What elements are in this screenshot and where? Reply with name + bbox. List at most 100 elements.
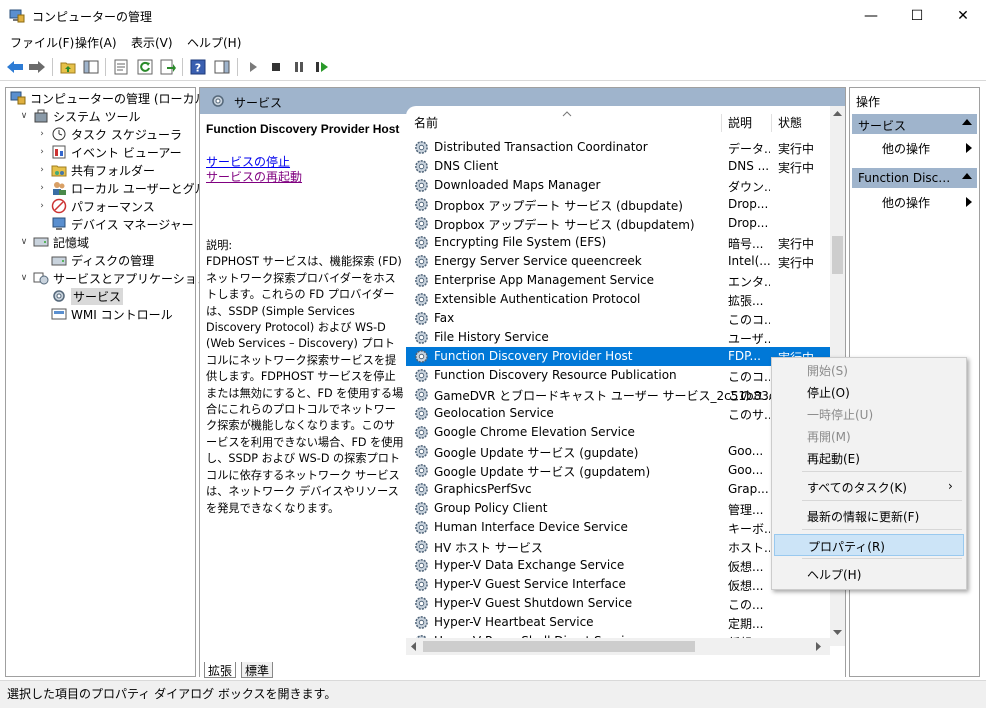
tree-item[interactable]: WMI コントロール bbox=[36, 305, 173, 323]
service-row[interactable]: Downloaded Maps Manager ダウン... bbox=[406, 176, 830, 195]
service-gear-icon bbox=[415, 217, 428, 230]
actions-section-selected-service[interactable]: Function Discovery Provider Host bbox=[852, 168, 977, 188]
service-row[interactable]: Enterprise App Management Service エンタ... bbox=[406, 271, 830, 290]
service-row[interactable]: Google Chrome Elevation Service bbox=[406, 423, 830, 442]
properties-icon[interactable] bbox=[111, 57, 131, 77]
tree-item[interactable]: ∨ 記憶域 bbox=[18, 233, 89, 251]
menu-help[interactable]: ヘルプ(H) bbox=[187, 34, 241, 51]
service-row[interactable]: Group Policy Client 管理... bbox=[406, 499, 830, 518]
collapse-up-icon[interactable] bbox=[962, 173, 972, 179]
column-header-status[interactable]: 状態 bbox=[778, 114, 802, 131]
collapsed-chevron-icon[interactable]: › bbox=[36, 165, 48, 175]
close-button[interactable]: ✕ bbox=[940, 0, 986, 31]
service-row[interactable]: Hyper-V Guest Shutdown Service この... bbox=[406, 594, 830, 613]
tree-item[interactable]: › イベント ビューアー bbox=[36, 143, 182, 161]
context-menu-item[interactable]: 開始(S) bbox=[774, 359, 964, 381]
service-row[interactable]: Hyper-V Heartbeat Service 定期... bbox=[406, 613, 830, 632]
selected-service-title: Function Discovery Provider Host bbox=[206, 122, 400, 136]
context-menu-item[interactable]: 停止(O) bbox=[774, 381, 964, 403]
service-row[interactable]: Function Discovery Provider HostFDP...実行… bbox=[406, 347, 830, 366]
forward-icon[interactable] bbox=[27, 57, 47, 77]
context-menu-item[interactable]: 再開(M) bbox=[774, 425, 964, 447]
service-row[interactable]: Distributed Transaction Coordinator データ..… bbox=[406, 138, 830, 157]
service-row[interactable]: Energy Server Service queencreek Intel(..… bbox=[406, 252, 830, 271]
service-row[interactable]: GameDVR とブロードキャスト ユーザー サービス_2c51b83c このユ.… bbox=[406, 385, 830, 404]
tree-item[interactable]: ディスクの管理 bbox=[36, 251, 154, 269]
service-row[interactable]: Fax このコ... bbox=[406, 309, 830, 328]
service-row[interactable]: Geolocation Service このサ... bbox=[406, 404, 830, 423]
collapse-up-icon[interactable] bbox=[962, 119, 972, 125]
tab-extended[interactable]: 拡張 bbox=[204, 662, 237, 678]
expanded-chevron-icon[interactable]: ∨ bbox=[18, 111, 30, 121]
minimize-button[interactable]: — bbox=[848, 0, 894, 31]
stop-service-icon[interactable] bbox=[266, 57, 286, 77]
service-row[interactable]: Extensible Authentication Protocol 拡張... bbox=[406, 290, 830, 309]
tree-item[interactable]: › 共有フォルダー bbox=[36, 161, 155, 179]
collapsed-chevron-icon[interactable]: › bbox=[36, 147, 48, 157]
context-menu-item[interactable]: 一時停止(U) bbox=[774, 403, 964, 425]
more-actions-selected-service[interactable]: 他の操作 bbox=[882, 194, 930, 211]
service-row[interactable]: HV ホスト サービス ホスト... bbox=[406, 537, 830, 556]
collapsed-chevron-icon[interactable]: › bbox=[36, 129, 48, 139]
collapsed-chevron-icon[interactable]: › bbox=[36, 183, 48, 193]
service-row[interactable]: Dropbox アップデート サービス (dbupdate) Drop... bbox=[406, 195, 830, 214]
context-menu-item[interactable]: プロパティ(R) bbox=[774, 534, 964, 556]
help-icon[interactable]: ? bbox=[188, 57, 208, 77]
service-row[interactable]: Encrypting File System (EFS) 暗号... 実行中 bbox=[406, 233, 830, 252]
scroll-left-icon[interactable] bbox=[410, 642, 416, 651]
service-row[interactable]: GraphicsPerfSvc Grap... bbox=[406, 480, 830, 499]
back-icon[interactable] bbox=[5, 57, 25, 77]
menu-view[interactable]: 表示(V) bbox=[131, 34, 173, 51]
horizontal-scroll-thumb[interactable] bbox=[423, 641, 695, 652]
restart-service-icon[interactable] bbox=[312, 57, 332, 77]
context-menu-item[interactable]: ヘルプ(H) bbox=[774, 563, 964, 585]
service-row[interactable]: Human Interface Device Service キーボ... bbox=[406, 518, 830, 537]
service-row[interactable]: Google Update サービス (gupdatem) Goo... bbox=[406, 461, 830, 480]
service-row[interactable]: Dropbox アップデート サービス (dbupdatem) Drop... bbox=[406, 214, 830, 233]
tree-item[interactable]: ∨ システム ツール bbox=[18, 107, 140, 125]
column-header-name[interactable]: 名前 bbox=[414, 114, 438, 131]
expanded-chevron-icon[interactable]: ∨ bbox=[18, 273, 30, 283]
actions-section-services[interactable]: サービス bbox=[852, 114, 977, 134]
context-menu-item[interactable]: 最新の情報に更新(F) bbox=[774, 505, 964, 527]
service-name: Function Discovery Resource Publication bbox=[434, 368, 677, 382]
service-name: Dropbox アップデート サービス (dbupdate) bbox=[434, 199, 683, 213]
menu-action[interactable]: 操作(A) bbox=[75, 34, 117, 51]
scroll-up-icon[interactable] bbox=[833, 110, 842, 116]
tree-item[interactable]: サービス bbox=[36, 287, 124, 305]
collapsed-chevron-icon[interactable]: › bbox=[36, 201, 48, 211]
more-actions-services[interactable]: 他の操作 bbox=[882, 140, 930, 157]
expanded-chevron-icon[interactable]: ∨ bbox=[18, 237, 30, 247]
service-row[interactable]: File History Service ユーザ... bbox=[406, 328, 830, 347]
vertical-scroll-thumb[interactable] bbox=[832, 236, 843, 274]
start-service-icon[interactable] bbox=[243, 57, 263, 77]
tree-item[interactable]: ∨ サービスとアプリケーション bbox=[18, 269, 209, 287]
show-hide-action-pane-icon[interactable] bbox=[212, 57, 232, 77]
service-row[interactable]: Google Update サービス (gupdate) Goo... bbox=[406, 442, 830, 461]
scroll-down-icon[interactable] bbox=[833, 630, 842, 636]
tree-item[interactable]: › タスク スケジューラ bbox=[36, 125, 182, 143]
service-row[interactable]: Hyper-V Guest Service Interface 仮想... bbox=[406, 575, 830, 594]
maximize-button[interactable]: ☐ bbox=[894, 0, 940, 31]
service-row[interactable]: DNS Client DNS ... 実行中 bbox=[406, 157, 830, 176]
context-menu-item[interactable]: 再起動(E) bbox=[774, 447, 964, 469]
menu-file[interactable]: ファイル(F) bbox=[10, 34, 74, 51]
export-list-icon[interactable] bbox=[158, 57, 178, 77]
refresh-icon[interactable] bbox=[135, 57, 155, 77]
scroll-right-icon[interactable] bbox=[816, 642, 822, 651]
context-menu: 開始(S) 停止(O) 一時停止(U) 再開(M) 再起動(E) すべてのタスク(K) › 最… bbox=[771, 357, 967, 590]
up-folder-icon[interactable] bbox=[58, 57, 78, 77]
service-row[interactable]: Function Discovery Resource Publication こ… bbox=[406, 366, 830, 385]
restart-service-link[interactable]: サービスの再起動 bbox=[206, 168, 302, 185]
show-hide-tree-icon[interactable] bbox=[81, 57, 101, 77]
pause-service-icon[interactable] bbox=[289, 57, 309, 77]
menu-separator bbox=[802, 529, 962, 530]
service-row[interactable]: Hyper-V Data Exchange Service 仮想... bbox=[406, 556, 830, 575]
tab-standard[interactable]: 標準 bbox=[241, 662, 274, 678]
column-header-description[interactable]: 説明 bbox=[728, 114, 752, 131]
tree-item[interactable]: › パフォーマンス bbox=[36, 197, 155, 215]
horizontal-scrollbar[interactable] bbox=[406, 638, 830, 655]
tree-item[interactable]: デバイス マネージャー bbox=[36, 215, 194, 233]
tree-item[interactable]: コンピューターの管理 (ローカル) bbox=[10, 89, 211, 107]
context-menu-item[interactable]: すべてのタスク(K) bbox=[774, 476, 964, 498]
